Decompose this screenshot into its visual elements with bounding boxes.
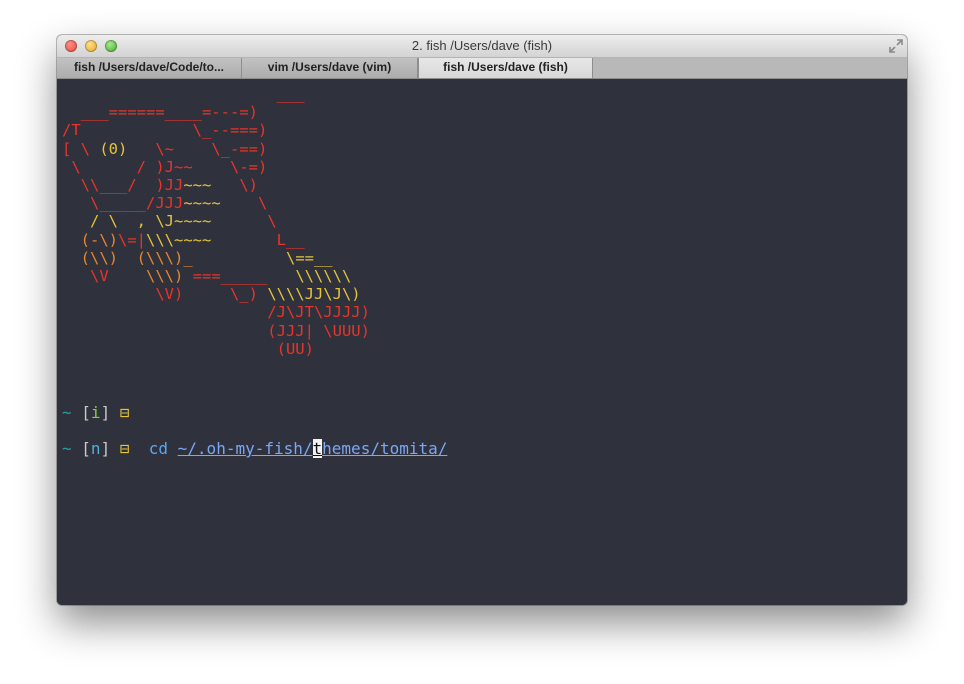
path-argument[interactable]: ~/.oh-my-fish/ [178,439,313,458]
mode-indicator-insert: i [90,403,101,422]
text-cursor: t [312,439,323,458]
prompt-line-insert: ~ [i] ⊟ [62,404,129,422]
mode-bracket-close: ] [100,439,111,458]
fullscreen-arrows-icon[interactable] [889,39,903,53]
ascii-art-logo: ___ ___======____=---=) /T \_--===) [ \ … [62,85,370,358]
command-text: cd [148,439,169,458]
prompt-symbol-icon: ⊟ [119,403,130,422]
terminal-window: 2. fish /Users/dave (fish) fish /Users/d… [57,35,907,605]
path-argument-rest[interactable]: hemes/tomita/ [322,439,447,458]
prompt-tilde: ~ [62,403,72,422]
prompt-tilde: ~ [62,439,72,458]
mode-bracket-open: [ [81,403,91,422]
mode-bracket-open: [ [81,439,91,458]
mode-indicator-normal: n [90,439,101,458]
window-title: 2. fish /Users/dave (fish) [411,38,553,53]
title-bar[interactable]: 2. fish /Users/dave (fish) [57,35,907,58]
tab-vim[interactable]: vim /Users/dave (vim) [242,58,418,78]
prompt-symbol-icon: ⊟ [119,439,130,458]
tab-fish-home[interactable]: fish /Users/dave (fish) [418,58,593,78]
prompt-line-normal: ~ [n] ⊟ cd ~/.oh-my-fish/themes/tomita/ [62,439,447,458]
tab-bar: fish /Users/dave/Code/to... vim /Users/d… [57,58,907,79]
mode-bracket-close: ] [100,403,111,422]
terminal-content[interactable]: ___ ___======____=---=) /T \_--===) [ \ … [57,79,907,605]
tab-fish-code[interactable]: fish /Users/dave/Code/to... [57,58,242,78]
